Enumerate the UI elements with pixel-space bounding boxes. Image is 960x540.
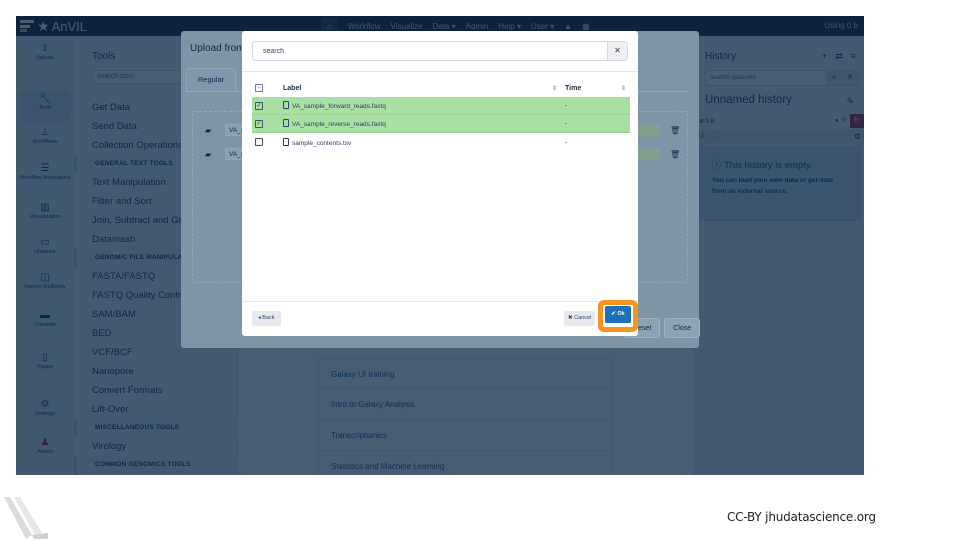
file-icon bbox=[283, 137, 289, 146]
row-label[interactable]: VA_sample_reverse_reads.fastq bbox=[283, 119, 386, 128]
data-picker-modal: ✕ − Label ⇕ Time ⇕ ✓ VA_sample_forward_re… bbox=[242, 31, 638, 336]
ok-button[interactable]: ✔ Ok bbox=[605, 306, 631, 323]
picker-search: ✕ bbox=[252, 41, 628, 61]
picker-table-header: − Label ⇕ Time ⇕ bbox=[252, 79, 630, 97]
checked-checkbox[interactable]: ✓ bbox=[255, 119, 263, 128]
picker-table-row[interactable]: ✓ VA_sample_reverse_reads.fastq - bbox=[252, 115, 630, 133]
upload-row-status bbox=[635, 124, 660, 136]
row-label[interactable]: VA_sample_forward_reads.fastq bbox=[283, 101, 386, 110]
picker-table-row[interactable]: ✓ VA_sample_forward_reads.fastq - bbox=[252, 97, 630, 115]
folder-open-icon[interactable]: ▰ bbox=[205, 150, 219, 159]
picker-table: − Label ⇕ Time ⇕ ✓ VA_sample_forward_read… bbox=[252, 79, 630, 151]
row-label[interactable]: sample_contents.tsv bbox=[283, 137, 352, 147]
trash-icon[interactable]: 🗑 bbox=[670, 150, 680, 159]
row-time: - bbox=[565, 120, 568, 127]
back-button[interactable]: ◂ Back bbox=[252, 311, 281, 326]
folder-open-icon[interactable]: ▰ bbox=[205, 126, 219, 135]
picker-footer-divider bbox=[242, 301, 638, 302]
picker-table-row[interactable]: sample_contents.tsv - bbox=[252, 133, 630, 151]
upload-row-status bbox=[635, 148, 660, 160]
upload-dialog-title: Upload from bbox=[190, 43, 245, 54]
row-time: - bbox=[565, 138, 568, 146]
galaxy-window: ★ AnVIL ⌂ Workflow Visualize Data ▾ Admi… bbox=[16, 16, 864, 475]
unchecked-checkbox[interactable] bbox=[255, 138, 263, 146]
cancel-button[interactable]: ✖ Cancel bbox=[564, 311, 596, 326]
picker-search-input[interactable] bbox=[253, 42, 607, 60]
sort-icon[interactable]: ⇕ bbox=[621, 85, 626, 92]
jhu-logo-icon bbox=[4, 497, 48, 539]
picker-divider bbox=[242, 71, 638, 72]
close-button[interactable]: Close bbox=[664, 318, 701, 338]
row-label-text: VA_sample_reverse_reads.fastq bbox=[292, 121, 386, 128]
tab-regular[interactable]: Regular bbox=[186, 68, 236, 91]
trash-icon[interactable]: 🗑 bbox=[670, 126, 680, 135]
column-header-label[interactable]: Label bbox=[283, 85, 301, 92]
column-header-time[interactable]: Time bbox=[565, 85, 581, 92]
file-icon bbox=[283, 101, 289, 109]
sort-icon[interactable]: ⇕ bbox=[552, 85, 557, 92]
select-all-checkbox[interactable]: − bbox=[255, 84, 263, 92]
row-label-text: VA_sample_forward_reads.fastq bbox=[292, 103, 386, 110]
row-label-text: sample_contents.tsv bbox=[292, 139, 352, 147]
file-icon bbox=[283, 119, 289, 127]
clear-search-icon[interactable]: ✕ bbox=[607, 42, 627, 60]
row-time: - bbox=[565, 102, 568, 109]
footer-credit: CC-BY jhudatascience.org bbox=[727, 510, 876, 524]
checked-checkbox[interactable]: ✓ bbox=[255, 101, 263, 110]
